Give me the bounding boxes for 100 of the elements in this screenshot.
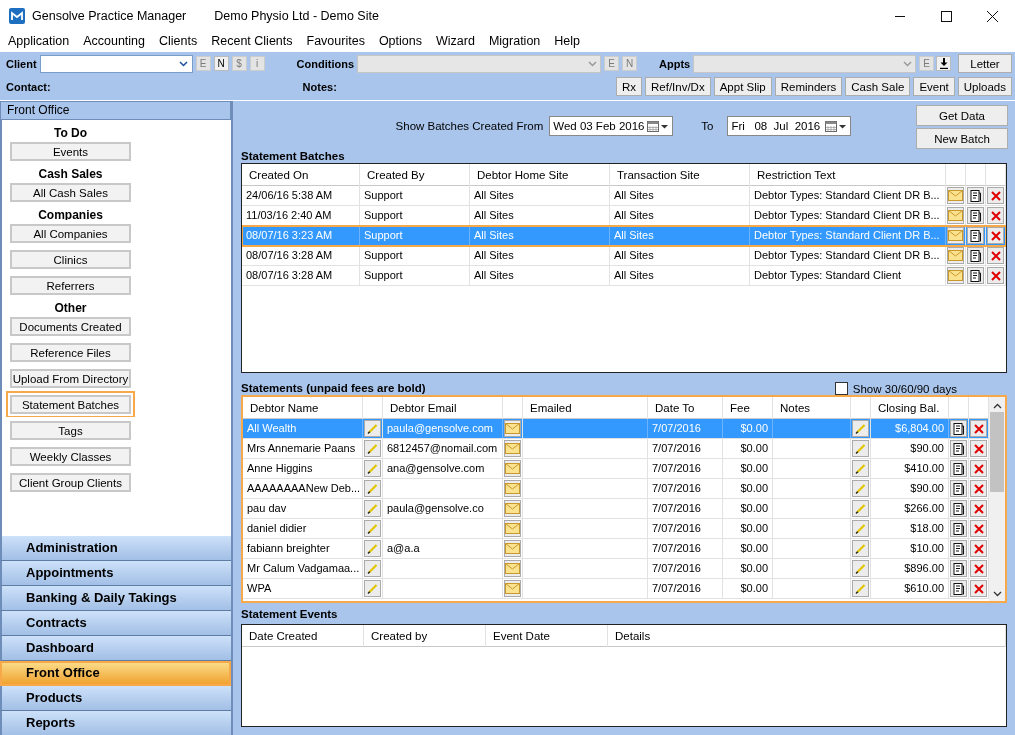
menu-item[interactable]: Options — [371, 34, 429, 48]
edit-button[interactable] — [364, 540, 381, 557]
table-row[interactable]: pau dav paula@gensolve.co 7/07/2016 $0.00 $266.00 — [243, 499, 989, 519]
email-button[interactable] — [504, 520, 521, 537]
print-button[interactable] — [967, 267, 984, 284]
nav-item[interactable]: Reports — [0, 711, 231, 735]
edit-button[interactable] — [364, 560, 381, 577]
menu-item[interactable]: Recent Clients — [204, 34, 300, 48]
small-button[interactable]: N — [213, 56, 229, 71]
delete-button[interactable] — [970, 560, 987, 577]
table-row[interactable]: daniel didier 7/07/2016 $0.00 $18.00 — [243, 519, 989, 539]
table-row[interactable]: AAAAAAAANew Deb... 7/07/2016 $0.00 $90.00 — [243, 479, 989, 499]
email-button[interactable] — [504, 440, 521, 457]
menu-item[interactable]: Help — [547, 34, 588, 48]
print-button[interactable] — [950, 420, 967, 437]
print-button[interactable] — [950, 500, 967, 517]
print-button[interactable] — [967, 207, 984, 224]
nav-item[interactable]: Dashboard — [0, 636, 231, 661]
menu-item[interactable]: Wizard — [429, 34, 482, 48]
edit-button[interactable] — [364, 580, 381, 597]
edit-button[interactable] — [852, 580, 869, 597]
email-button[interactable] — [504, 480, 521, 497]
edit-button[interactable] — [364, 480, 381, 497]
action-button[interactable]: New Batch — [916, 128, 1008, 149]
delete-button[interactable] — [970, 480, 987, 497]
delete-button[interactable] — [970, 440, 987, 457]
edit-button[interactable] — [852, 440, 869, 457]
menu-item[interactable]: Clients — [152, 34, 205, 48]
table-row[interactable]: 24/06/16 5:38 AM Support All Sites All Sites Debtor Types: Standard Client DR B... — [242, 186, 1006, 206]
table-row[interactable]: WPA 7/07/2016 $0.00 $610.00 — [243, 579, 989, 599]
print-button[interactable] — [950, 540, 967, 557]
table-row[interactable]: 08/07/16 3:28 AM Support All Sites All Sites Debtor Types: Standard Client DR B... — [242, 246, 1006, 266]
edit-button[interactable] — [852, 520, 869, 537]
column-header[interactable]: Created by — [364, 625, 486, 647]
dropdown-field[interactable] — [39, 54, 193, 73]
print-button[interactable] — [950, 460, 967, 477]
delete-button[interactable] — [970, 420, 987, 437]
toolbar-button[interactable]: Rx — [615, 77, 642, 96]
toolbar-button[interactable]: Ref/Inv/Dx — [645, 77, 711, 96]
toolbar-button[interactable]: Uploads — [957, 77, 1012, 96]
delete-button[interactable] — [987, 247, 1004, 264]
edit-button[interactable] — [852, 560, 869, 577]
edit-button[interactable] — [852, 480, 869, 497]
letter-button[interactable]: Letter — [958, 54, 1012, 73]
delete-button[interactable] — [970, 520, 987, 537]
column-header[interactable]: Date Created — [242, 625, 364, 647]
menu-item[interactable]: Application — [1, 34, 77, 48]
nav-item[interactable]: Front Office — [0, 661, 231, 686]
edit-button[interactable] — [852, 420, 869, 437]
edit-button[interactable] — [852, 540, 869, 557]
column-header[interactable]: Created By — [360, 164, 470, 186]
column-header[interactable]: Event Date — [486, 625, 608, 647]
print-button[interactable] — [967, 187, 984, 204]
edit-button[interactable] — [852, 460, 869, 477]
edit-button[interactable] — [852, 500, 869, 517]
email-button[interactable] — [504, 580, 521, 597]
toolbar-button[interactable]: Reminders — [774, 77, 843, 96]
email-button[interactable] — [504, 540, 521, 557]
scrollbar[interactable] — [989, 397, 1005, 601]
nav-item[interactable]: Appointments — [0, 561, 231, 586]
print-button[interactable] — [950, 480, 967, 497]
toolbar-button[interactable]: Appt Slip — [713, 77, 772, 96]
checkbox[interactable] — [834, 382, 848, 395]
delete-button[interactable] — [987, 267, 1004, 284]
download-button[interactable] — [936, 56, 952, 71]
menu-item[interactable]: Accounting — [76, 34, 152, 48]
print-button[interactable] — [950, 580, 967, 597]
nav-item[interactable]: Contracts — [0, 611, 231, 636]
toolbar-button[interactable]: Event — [913, 77, 955, 96]
action-button[interactable]: Get Data — [916, 105, 1008, 126]
print-button[interactable] — [967, 227, 984, 244]
column-header[interactable]: Restriction Text — [750, 164, 946, 186]
edit-button[interactable] — [364, 500, 381, 517]
table-row[interactable]: Mrs Annemarie Paans 6812457@nomail.com 7/07/2016 $0.00 $90.00 — [243, 439, 989, 459]
column-header[interactable]: Details — [608, 625, 1006, 647]
email-button[interactable] — [504, 560, 521, 577]
edit-button[interactable] — [364, 460, 381, 477]
table-row[interactable]: Anne Higgins ana@gensolve.com 7/07/2016 $0.00 $410.00 — [243, 459, 989, 479]
nav-item[interactable]: Banking & Daily Takings — [0, 586, 231, 611]
column-header[interactable]: Transaction Site — [610, 164, 750, 186]
column-header[interactable]: Debtor Home Site — [470, 164, 610, 186]
email-button[interactable] — [504, 500, 521, 517]
nav-item[interactable]: Products — [0, 686, 231, 711]
delete-button[interactable] — [970, 460, 987, 477]
delete-button[interactable] — [970, 540, 987, 557]
sidebar-button[interactable]: Statement Batches — [6, 391, 135, 418]
date-field[interactable]: Fri 08 Jul 2016 — [727, 116, 852, 136]
edit-button[interactable] — [364, 440, 381, 457]
delete-button[interactable] — [987, 187, 1004, 204]
column-header[interactable]: Created On — [242, 164, 360, 186]
table-row[interactable]: fabiann breighter a@a.a 7/07/2016 $0.00 $10.00 — [243, 539, 989, 559]
print-button[interactable] — [967, 247, 984, 264]
table-row[interactable]: 08/07/16 3:28 AM Support All Sites All Sites Debtor Types: Standard Client — [242, 266, 1006, 286]
print-button[interactable] — [950, 440, 967, 457]
delete-button[interactable] — [970, 500, 987, 517]
date-field[interactable]: Wed 03 Feb 2016 — [549, 116, 674, 136]
print-button[interactable] — [950, 520, 967, 537]
email-button[interactable] — [504, 460, 521, 477]
email-button[interactable] — [504, 420, 521, 437]
nav-item[interactable]: Administration — [0, 536, 231, 561]
